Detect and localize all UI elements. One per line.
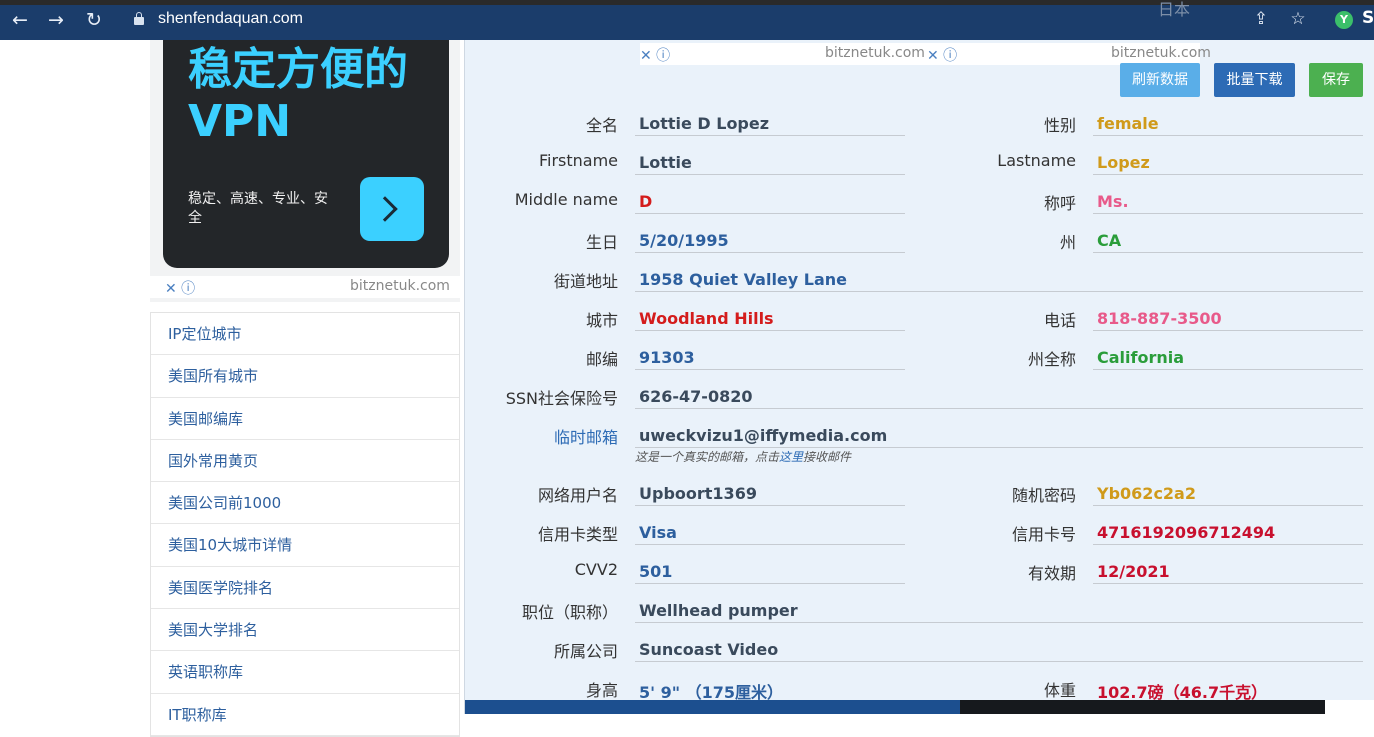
label-ssn: SSN社会保险号 [505,389,618,408]
divider [1093,213,1363,214]
divider [635,408,1363,409]
back-arrow-icon[interactable]: ← [8,8,32,32]
overlay-ghost-text: 日本 [1158,0,1191,19]
ad-arrow-button[interactable] [360,177,424,241]
value-state[interactable]: CA [1097,231,1121,250]
label-company: 所属公司 [553,642,618,661]
value-title[interactable]: Ms. [1097,192,1129,211]
ad-title: 稳定方便的 VPN [188,44,408,147]
value-password[interactable]: Yb062c2a2 [1097,484,1196,503]
menu-item-medical-schools[interactable]: 美国医学院排名 [151,567,459,610]
label-temp-email[interactable]: 临时邮箱 [465,424,618,448]
label-occupation: 职位（职称） [521,603,618,622]
label-state: 州 [1059,233,1076,252]
value-gender[interactable]: female [1097,114,1159,133]
ad-footer: ✕ ⓘ bitznetuk.com [150,276,460,298]
value-lastname[interactable]: Lopez [1097,153,1150,172]
divider [1093,252,1363,253]
menu-item-zip[interactable]: 美国邮编库 [151,398,459,440]
divider [1093,174,1363,175]
ad-close-icon[interactable]: ✕ ⓘ [927,45,957,65]
value-card-number[interactable]: 4716192096712494 [1097,523,1275,542]
top-ad-bar[interactable]: ✕ ⓘ bitznetuk.com ✕ ⓘ bitznetuk.com [640,43,1211,65]
label-weight: 体重 [1043,681,1076,700]
forward-arrow-icon[interactable]: → [44,8,68,32]
value-state-full[interactable]: California [1097,348,1184,367]
ad-subtitle: 稳定、高速、专业、安全 [188,191,328,226]
value-phone[interactable]: 818-887-3500 [1097,309,1222,328]
bookmark-star-icon[interactable]: ☆ [1287,8,1309,30]
left-sidebar: 稳定方便的 VPN 稳定、高速、专业、安全 ✕ ⓘ bitznetuk.com … [150,40,460,737]
side-menu: IP定位城市 美国所有城市 美国邮编库 国外常用黄页 美国公司前1000 美国1… [150,312,460,737]
ad-source[interactable]: bitznetuk.com [1111,45,1211,61]
bottom-ad-banner[interactable] [465,700,1374,714]
url-text[interactable]: shenfendaquan.com [158,10,303,28]
save-button[interactable]: 保存 [1309,63,1363,97]
label-title: 称呼 [1043,194,1076,213]
value-company[interactable]: Suncoast Video [639,640,778,659]
menu-item-yellow-pages[interactable]: 国外常用黄页 [151,440,459,483]
divider [635,661,1363,662]
vpn-ad-card[interactable]: 稳定方便的 VPN 稳定、高速、专业、安全 [163,40,449,268]
menu-item-top1000[interactable]: 美国公司前1000 [151,482,459,525]
extension-icon[interactable]: Y [1335,11,1353,29]
divider [1093,135,1363,136]
browser-toolbar: ← → ↻ shenfendaquan.com 日本 ⇪ ☆ Y S [0,0,1374,40]
ad-close-icon[interactable]: ✕ ⓘ [165,278,195,298]
label-state-full: 州全称 [1027,350,1076,369]
divider [1093,330,1363,331]
batch-download-button[interactable]: 批量下载 [1214,63,1295,97]
value-street[interactable]: 1958 Quiet Valley Lane [639,270,847,289]
email-note: 这是一个真实的邮箱，点击这里接收邮件 [635,450,852,464]
reload-icon[interactable]: ↻ [82,8,106,32]
lock-icon[interactable] [134,12,144,25]
ad-source[interactable]: bitznetuk.com [825,45,925,61]
extension-s-icon[interactable]: S [1362,8,1374,28]
divider [1093,583,1363,584]
vpn-ad[interactable]: 稳定方便的 VPN 稳定、高速、专业、安全 ✕ ⓘ bitznetuk.com [150,40,460,302]
label-gender: 性别 [1043,116,1076,135]
label-street: 街道地址 [553,272,618,291]
label-card-number: 信用卡号 [1011,525,1076,544]
value-occupation[interactable]: Wellhead pumper [639,601,798,620]
divider [635,622,1363,623]
identity-panel: ✕ ⓘ bitznetuk.com ✕ ⓘ bitznetuk.com 刷新数据… [464,40,1374,714]
divider [1093,544,1363,545]
receive-mail-link[interactable]: 这里 [779,450,803,464]
label-lastname: Lastname [997,151,1076,170]
label-expiry: 有效期 [1027,564,1076,583]
bottom-ad-dark-panel [960,700,1374,714]
bottom-ad-controls[interactable] [1325,700,1374,714]
ad-source[interactable]: bitznetuk.com [350,278,450,294]
divider [635,174,905,175]
address-bar[interactable]: shenfendaquan.com 日本 [118,0,1358,34]
refresh-button[interactable]: 刷新数据 [1120,63,1200,97]
label-phone: 电话 [1043,311,1076,330]
menu-item-it-titles[interactable]: IT职称库 [151,694,459,736]
chevron-right-icon [372,196,398,222]
share-icon[interactable]: ⇪ [1250,8,1272,30]
divider [635,291,1363,292]
menu-item-universities[interactable]: 美国大学排名 [151,609,459,652]
value-temp-email[interactable]: uweckvizu1@iffymedia.com [639,426,887,445]
menu-item-us-cities[interactable]: 美国所有城市 [151,355,459,398]
value-ssn[interactable]: 626-47-0820 [639,387,752,406]
menu-item-top10-cities[interactable]: 美国10大城市详情 [151,524,459,567]
value-expiry[interactable]: 12/2021 [1097,562,1170,581]
divider [1093,505,1363,506]
menu-item-ip-city[interactable]: IP定位城市 [151,313,459,356]
ad-close-icon[interactable]: ✕ ⓘ [640,45,670,65]
label-password: 随机密码 [1011,486,1076,505]
divider [1093,369,1363,370]
menu-item-job-titles[interactable]: 英语职称库 [151,651,459,694]
